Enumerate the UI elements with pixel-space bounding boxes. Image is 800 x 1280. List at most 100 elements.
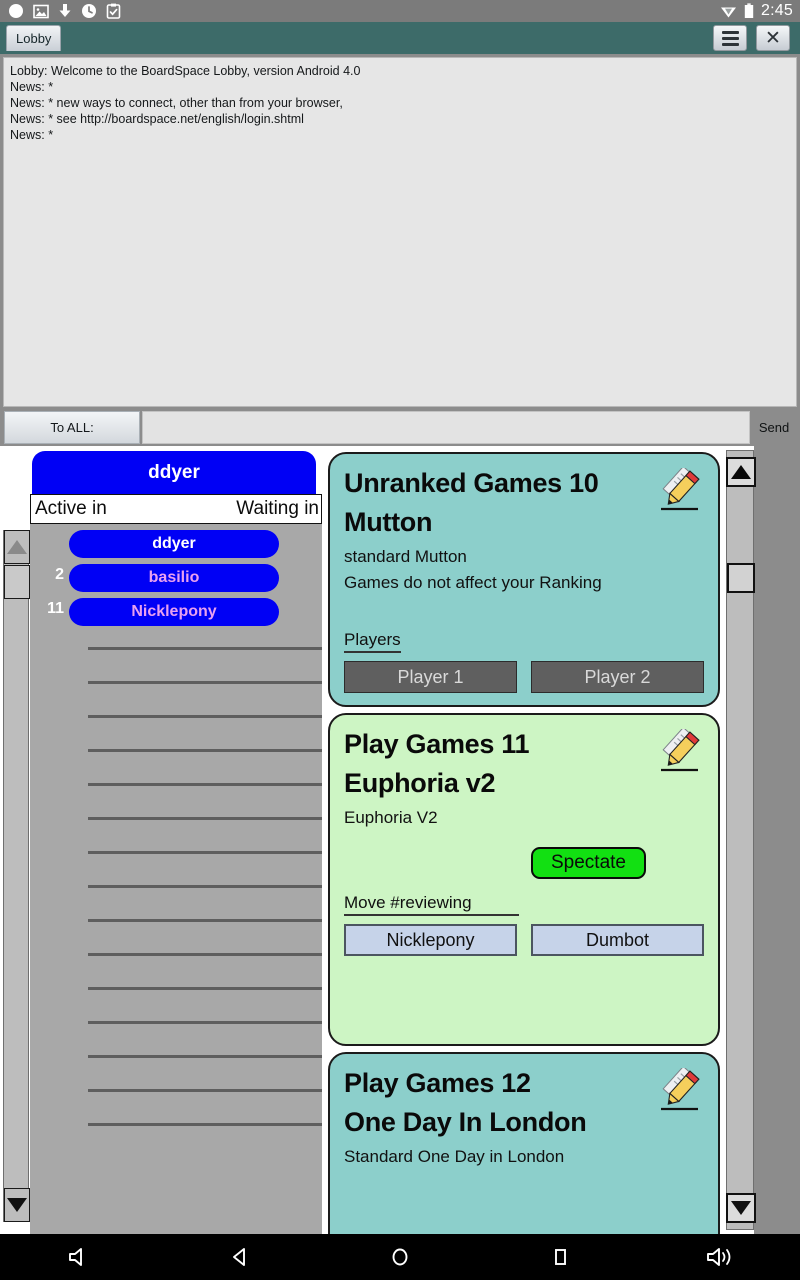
user-list[interactable]: ddyer 2 basilio 11 Nicklepony [30, 524, 322, 1234]
move-status-row: Move #reviewing [344, 893, 704, 916]
spectate-button[interactable]: Spectate [531, 847, 646, 879]
game-scroll-down-button[interactable] [726, 1193, 756, 1223]
game-list[interactable]: Unranked Games 10 Mutton standard Mutton… [322, 446, 726, 1234]
empty-user-slot [30, 1073, 322, 1107]
tab-lobby[interactable]: Lobby [6, 25, 62, 51]
scroll-down-arrow-icon [731, 1201, 751, 1215]
android-screen: 2:45 Lobby ✕ Lobby: Welcome to the Board… [0, 0, 800, 1280]
recipient-selector[interactable]: To ALL: [4, 411, 140, 444]
seat-button-2[interactable]: Dumbot [531, 924, 704, 956]
chat-log-panel: Lobby: Welcome to the BoardSpace Lobby, … [0, 54, 800, 409]
seat-button-1[interactable]: Player 1 [344, 661, 517, 693]
list-item[interactable]: ddyer [30, 529, 322, 563]
circle-icon [9, 4, 23, 18]
empty-slot-line [88, 851, 322, 854]
volume-up-button[interactable] [692, 1237, 748, 1277]
chat-line: News: * [10, 80, 54, 94]
user-pill[interactable]: basilio [69, 564, 279, 592]
empty-user-slot [30, 699, 322, 733]
empty-slot-line [88, 919, 322, 922]
chat-message-input[interactable] [142, 411, 750, 444]
current-user-name: ddyer [148, 461, 200, 483]
game-card-subtitle: Standard One Day in London [344, 1147, 565, 1166]
image-icon [33, 4, 49, 18]
download-icon [59, 4, 71, 17]
app-title-bar: Lobby ✕ [0, 22, 800, 54]
empty-user-slot [30, 733, 322, 767]
empty-slot-line [88, 783, 322, 786]
close-button[interactable]: ✕ [756, 25, 790, 51]
volume-down-button[interactable] [52, 1237, 108, 1277]
players-section-label: Players [344, 630, 401, 653]
chat-log[interactable]: Lobby: Welcome to the BoardSpace Lobby, … [3, 57, 797, 407]
pencil-notepad-icon [661, 1068, 700, 1111]
home-button[interactable] [372, 1237, 428, 1277]
clipboard-check-icon [106, 3, 121, 19]
user-name: Nicklepony [131, 603, 217, 620]
user-scroll-down-button[interactable] [4, 1188, 30, 1222]
wifi-icon [721, 7, 737, 17]
empty-slot-line [88, 715, 322, 718]
android-nav-bar [0, 1234, 800, 1280]
pencil-notepad-icon [661, 729, 700, 772]
pencil-notepad-icon [661, 468, 700, 511]
empty-slot-line [88, 1123, 322, 1126]
empty-user-slot [30, 1107, 322, 1141]
game-scroll-thumb[interactable] [727, 563, 755, 593]
empty-user-slot [30, 631, 322, 665]
game-card-subtitle: Euphoria V2 [344, 808, 438, 827]
user-scroll-up-button[interactable] [4, 530, 30, 564]
back-button[interactable] [212, 1237, 268, 1277]
move-status-label: Move #reviewing [344, 893, 519, 916]
back-icon [233, 1248, 245, 1266]
scroll-up-arrow-icon [7, 540, 27, 554]
game-card-title-line2: Euphoria v2 [344, 768, 496, 798]
game-card[interactable]: Unranked Games 10 Mutton standard Mutton… [328, 452, 720, 707]
seat-button-1[interactable]: Nicklepony [344, 924, 517, 956]
user-list-column-headers: Active in Waiting in [30, 494, 322, 524]
empty-slot-line [88, 1055, 322, 1058]
recents-icon [555, 1249, 566, 1265]
empty-user-slot [30, 665, 322, 699]
home-icon [392, 1248, 408, 1266]
empty-user-slot [30, 767, 322, 801]
game-card-note: Games do not affect your Ranking [344, 573, 602, 592]
hamburger-menu-icon [721, 30, 739, 46]
game-scroll-up-button[interactable] [726, 457, 756, 487]
empty-user-slot [30, 937, 322, 971]
user-pill[interactable]: ddyer [69, 530, 279, 558]
recents-button[interactable] [532, 1237, 588, 1277]
game-card[interactable]: Play Games 11 Euphoria v2 Euphoria V2 Sp… [328, 713, 720, 1046]
menu-button[interactable] [713, 25, 747, 51]
chat-line: News: * [10, 128, 54, 142]
game-card-title-line1: Unranked Games 10 [344, 468, 599, 498]
empty-slot-line [88, 1021, 322, 1024]
seat-button-2[interactable]: Player 2 [531, 661, 704, 693]
android-status-bar: 2:45 [0, 0, 800, 22]
game-card[interactable]: Play Games 12 One Day In London Standard… [328, 1052, 720, 1234]
game-card-title-line1: Play Games 12 [344, 1068, 531, 1098]
empty-user-slot [30, 1039, 322, 1073]
send-button[interactable]: Send [752, 411, 796, 444]
chat-line: News: * new ways to connect, other than … [10, 96, 343, 110]
volume-up-icon [707, 1248, 731, 1266]
game-card-title-line2: Mutton [344, 507, 433, 537]
user-pill[interactable]: Nicklepony [69, 598, 279, 626]
user-scroll-thumb[interactable] [4, 565, 30, 599]
battery-icon [744, 3, 754, 18]
user-panel-header: ddyer [32, 451, 316, 494]
user-rank: 11 [47, 600, 64, 617]
seat-button-row: Player 1 Player 2 [344, 661, 704, 693]
list-item[interactable]: 2 basilio [30, 563, 322, 597]
user-name: ddyer [152, 535, 196, 552]
empty-user-slot [30, 971, 322, 1005]
volume-down-icon [69, 1248, 82, 1266]
game-card-title-line2: One Day In London [344, 1107, 587, 1137]
user-list-scrollbar[interactable] [3, 530, 30, 1222]
game-list-scrollbar[interactable] [726, 450, 756, 1230]
empty-slot-line [88, 885, 322, 888]
list-item[interactable]: 11 Nicklepony [30, 597, 322, 631]
empty-user-slot [30, 835, 322, 869]
scroll-up-arrow-icon [731, 465, 751, 479]
status-bar-left-icons [0, 3, 121, 19]
